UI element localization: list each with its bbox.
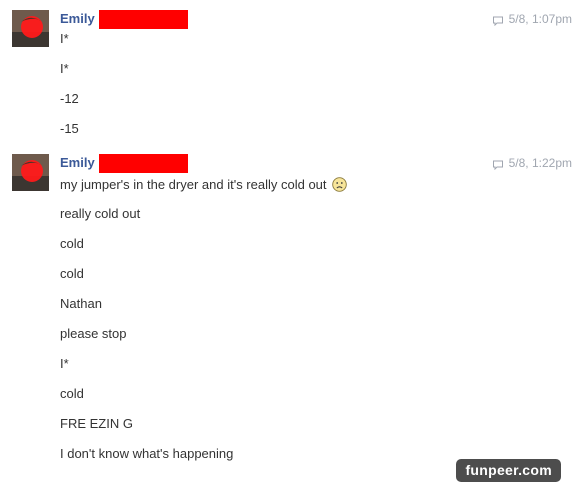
avatar[interactable] <box>12 10 49 47</box>
message-line: my jumper's in the dryer and it's really… <box>60 176 347 193</box>
message-line: I don't know what's happening <box>60 446 234 461</box>
chat-bubble-icon <box>492 158 504 171</box>
timestamp-text: 5/8, 1:22pm <box>508 156 572 170</box>
message-line: please stop <box>60 326 127 341</box>
sender-name[interactable]: Emily <box>60 11 95 27</box>
message-text: my jumper's in the dryer and it's really… <box>60 177 327 192</box>
watermark-badge: funpeer.com <box>456 459 561 482</box>
avatar[interactable] <box>12 154 49 191</box>
sender-name[interactable]: Emily <box>60 155 95 171</box>
message-line: cold <box>60 266 84 281</box>
redaction-box <box>99 10 188 29</box>
chat-bubble-icon <box>492 14 504 27</box>
message-line: -15 <box>60 121 79 136</box>
chat-thread: Emily 5/8, 1:07pm I* I* -12 -15 Emily 5/… <box>0 0 575 487</box>
message-line: -12 <box>60 91 79 106</box>
frown-emoji-icon <box>331 177 347 192</box>
redaction-box <box>99 154 188 173</box>
message-line: I* <box>60 31 69 46</box>
message-line: cold <box>60 236 84 251</box>
message-line: I* <box>60 356 69 371</box>
message-line: Nathan <box>60 296 102 311</box>
timestamp-text: 5/8, 1:07pm <box>508 12 572 26</box>
message-line: I* <box>60 61 69 76</box>
message-line: FRE EZIN G <box>60 416 133 431</box>
timestamp: 5/8, 1:07pm <box>492 11 572 27</box>
message-line: really cold out <box>60 206 141 221</box>
timestamp: 5/8, 1:22pm <box>492 155 572 171</box>
message-line: cold <box>60 386 84 401</box>
